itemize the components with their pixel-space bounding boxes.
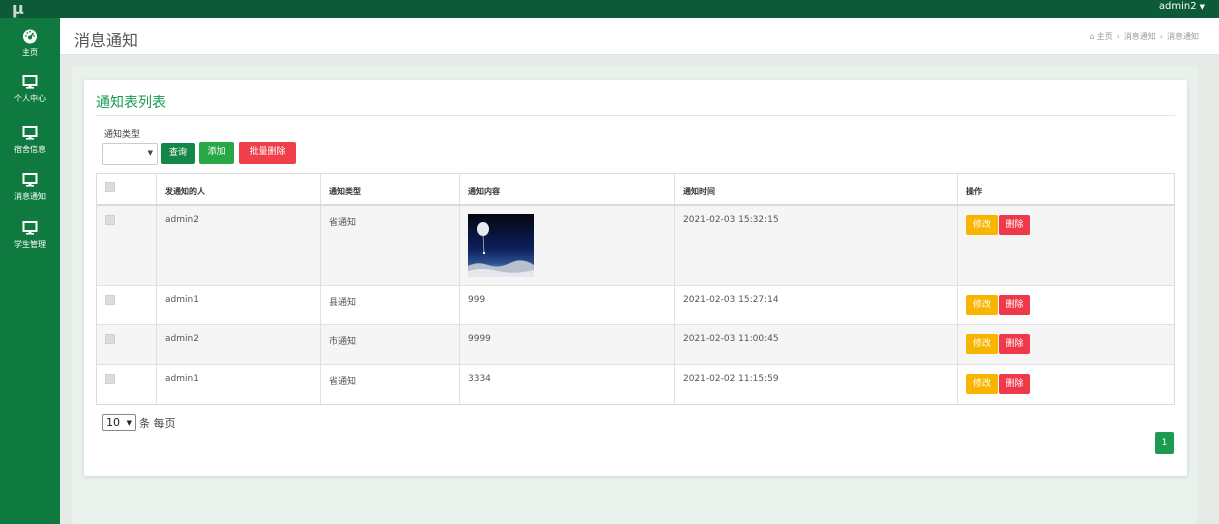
table-row: admin2 市通知 9999 2021-02-03 11:00:45 修改 删除 [97,325,1174,365]
notice-table: 发通知的人 通知类型 通知内容 通知时间 操作 admin2 省通知 2021-… [96,173,1175,405]
column-header: 通知时间 [675,174,958,204]
column-header: 发通知的人 [157,174,321,204]
actions-cell: 修改 删除 [958,286,1174,324]
sidebar-item-label: 个人中心 [14,94,46,103]
page-title: 消息通知 [74,31,139,50]
home-icon: ⌂ [1089,32,1095,41]
breadcrumb-home[interactable]: 主页 [1097,32,1113,41]
monitor-icon [22,75,38,89]
query-button[interactable]: 查询 [161,143,195,164]
row-select-cell [97,325,157,364]
edit-button[interactable]: 修改 [966,374,998,394]
divider [96,115,1175,116]
page-size-select[interactable]: 10 ▼ [102,414,136,431]
table-row: admin2 省通知 2021-02-03 15:32:15 修改 删除 [97,206,1174,286]
chevron-down-icon: ▼ [126,419,132,427]
edit-button[interactable]: 修改 [966,295,998,315]
type-cell: 省通知 [321,206,460,285]
caret-down-icon: ▼ [1199,3,1205,11]
table-row: admin1 省通知 3334 2021-02-02 11:15:59 修改 删除 [97,365,1174,404]
actions-cell: 修改 删除 [958,365,1174,404]
time-cell: 2021-02-03 15:32:15 [675,206,958,285]
monitor-icon [22,221,38,235]
delete-button[interactable]: 删除 [999,295,1030,315]
breadcrumb: ⌂ 主页 › 消息通知 › 消息通知 [1090,31,1199,42]
sender-cell: admin2 [157,325,321,364]
row-select-cell [97,286,157,324]
content-cell [460,206,675,285]
page-size-value: 10 [106,416,120,429]
monitor-icon [22,126,38,140]
sender-cell: admin1 [157,365,321,404]
row-select-cell [97,365,157,404]
select-all-cell [97,174,157,204]
sidebar-item-label: 主页 [22,48,38,57]
row-checkbox[interactable] [105,334,115,344]
column-header: 操作 [966,187,982,196]
app-logo: μ [12,0,24,18]
column-header: 通知类型 [321,174,460,204]
actions-cell: 修改 删除 [958,206,1174,285]
type-cell: 省通知 [321,365,460,404]
user-menu[interactable]: admin2 ▼ [1159,0,1205,18]
notice-type-select[interactable]: ▼ [102,143,158,165]
panel-title: 通知表列表 [96,95,166,111]
content-cell: 999 [460,286,675,324]
table-header-row: 发通知的人 通知类型 通知内容 通知时间 操作 [97,174,1174,206]
time-cell: 2021-02-03 15:27:14 [675,286,958,324]
sender-cell: admin1 [157,286,321,324]
page-header: 消息通知 ⌂ 主页 › 消息通知 › 消息通知 [60,18,1219,55]
time-cell: 2021-02-03 11:00:45 [675,325,958,364]
breadcrumb-separator: › [1159,32,1163,41]
actions-cell: 修改 删除 [958,325,1174,364]
row-checkbox[interactable] [105,295,115,305]
balloon-sky-image [468,214,534,277]
sidebar-item-label: 学生管理 [14,240,46,249]
sidebar-item-profile[interactable]: 个人中心 [0,68,60,114]
edit-button[interactable]: 修改 [966,215,998,235]
delete-button[interactable]: 删除 [999,374,1030,394]
edit-button[interactable]: 修改 [966,334,998,354]
sidebar-item-label: 消息通知 [14,192,46,201]
sidebar-item-notice[interactable]: 消息通知 [0,166,60,212]
delete-button[interactable]: 删除 [999,215,1030,235]
add-button[interactable]: 添加 [199,142,234,164]
page-size-control: 10 ▼ 条 每页 [102,414,176,431]
sidebar-item-dorm[interactable]: 宿舍信息 [0,119,60,165]
dashboard-icon [23,29,37,44]
sender-cell: admin2 [157,206,321,285]
type-cell: 县通知 [321,286,460,324]
top-bar: μ admin2 ▼ [0,0,1219,18]
delete-button[interactable]: 删除 [999,334,1030,354]
select-all-checkbox[interactable] [105,182,115,192]
breadcrumb-item[interactable]: 消息通知 [1124,32,1156,41]
breadcrumb-current: 消息通知 [1167,32,1199,41]
notice-list-panel: 通知表列表 通知类型 ▼ 查询 添加 批量删除 发通知的人 通知类型 通知内容 … [84,80,1187,476]
sidebar-item-students[interactable]: 学生管理 [0,214,60,260]
row-checkbox[interactable] [105,215,115,225]
sidebar-item-label: 宿舍信息 [14,145,46,154]
breadcrumb-separator: › [1116,32,1120,41]
page-button-current[interactable]: 1 [1155,432,1174,454]
filter-label: 通知类型 [104,130,141,140]
table-row: admin1 县通知 999 2021-02-03 15:27:14 修改 删除 [97,286,1174,325]
time-cell: 2021-02-02 11:15:59 [675,365,958,404]
monitor-icon [22,173,38,187]
sidebar-item-home[interactable]: 主页 [0,22,60,68]
type-cell: 市通知 [321,325,460,364]
row-checkbox[interactable] [105,374,115,384]
batch-delete-button[interactable]: 批量删除 [239,142,296,164]
chevron-down-icon: ▼ [147,149,153,157]
content-cell: 3334 [460,365,675,404]
content-cell: 9999 [460,325,675,364]
user-name: admin2 [1158,1,1197,12]
page-size-label: 条 每页 [139,416,176,430]
sidebar: 主页 个人中心 宿舍信息 消息通知 学生管理 [0,18,60,524]
column-header: 通知内容 [460,174,675,204]
row-select-cell [97,206,157,285]
